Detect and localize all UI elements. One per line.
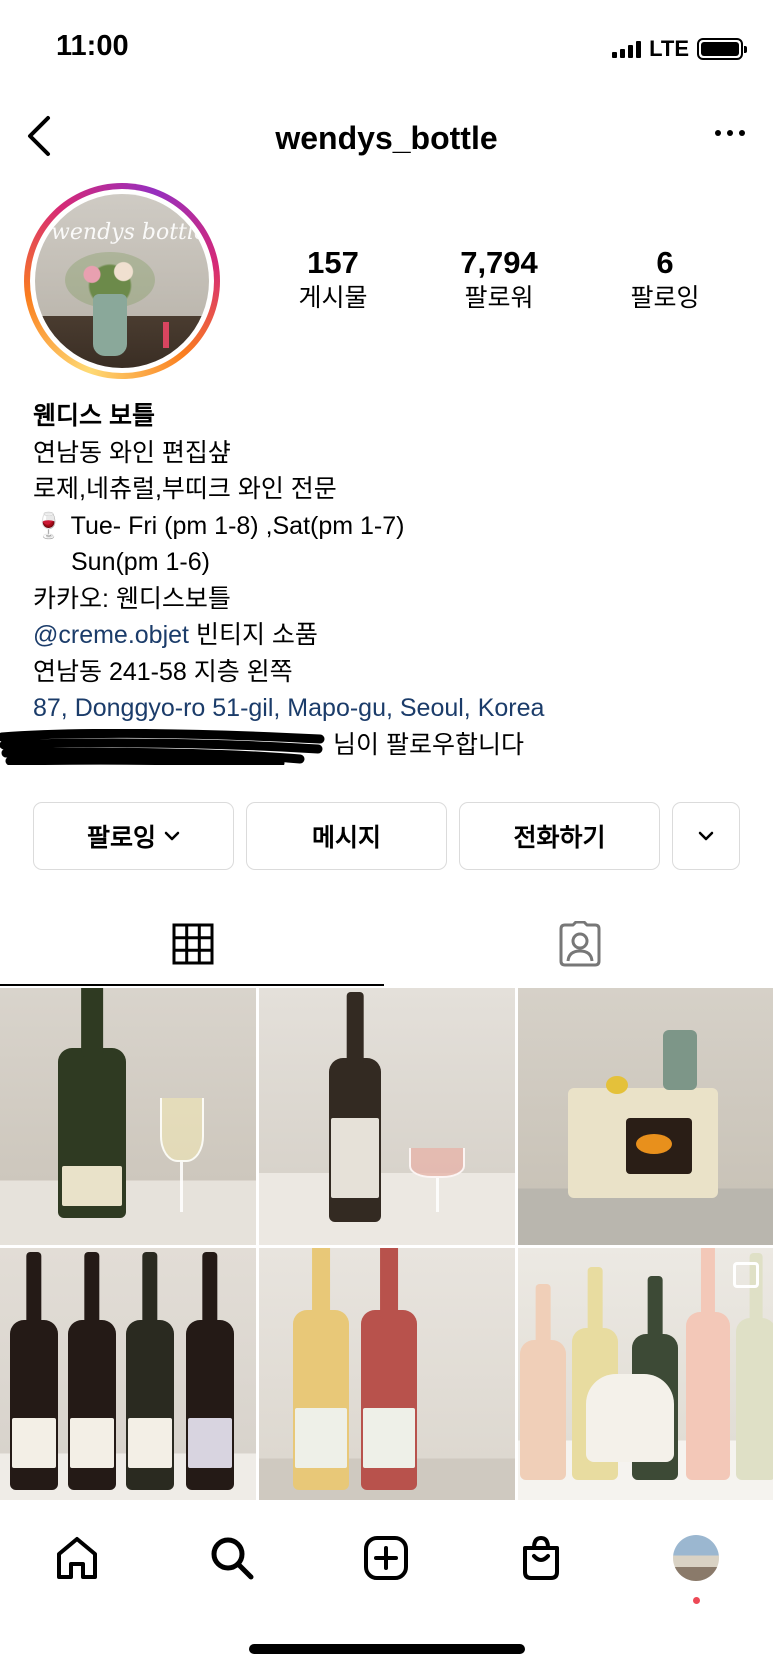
home-icon <box>57 1537 98 1579</box>
address-link[interactable]: 87, Donggyo-ro 51-gil, Mapo-gu, Seoul, K… <box>33 690 753 727</box>
profile-actions: 팔로잉 메시지 전화하기 <box>33 802 740 870</box>
stat-value: 6 <box>656 245 674 280</box>
call-label: 전화하기 <box>513 824 606 852</box>
stat-label: 팔로워 <box>464 284 534 312</box>
stat-label: 팔로잉 <box>630 284 700 312</box>
profile-bio: 웬디스 보틀 연남동 와인 편집샾 로제,네츄럴,부띠크 와인 전문 🍷 Tue… <box>0 398 753 765</box>
post-thumbnail[interactable] <box>259 1248 515 1505</box>
stat-followers[interactable]: 7,794 팔로워 <box>416 245 582 315</box>
status-icons: LTE <box>612 36 747 62</box>
message-label: 메시지 <box>311 824 381 852</box>
post-thumbnail[interactable] <box>518 1248 773 1505</box>
nav-home[interactable] <box>47 1528 107 1588</box>
profile-stats: 157 게시물 7,794 팔로워 6 팔로잉 <box>250 245 750 315</box>
nav-profile[interactable] <box>666 1528 726 1604</box>
status-bar: 11:00 LTE <box>0 0 773 90</box>
message-button[interactable]: 메시지 <box>246 802 447 870</box>
post-thumbnail[interactable] <box>259 988 515 1245</box>
suggested-accounts-button[interactable] <box>672 802 740 870</box>
more-options-button[interactable] <box>715 130 745 136</box>
stat-posts[interactable]: 157 게시물 <box>250 245 416 315</box>
profile-avatar[interactable]: wendys bottle <box>24 183 220 379</box>
avatar-image: wendys bottle <box>35 194 209 368</box>
network-label: LTE <box>649 36 689 61</box>
call-button[interactable]: 전화하기 <box>459 802 660 870</box>
nav-create[interactable] <box>356 1528 416 1588</box>
mention-suffix: 빈티지 소품 <box>189 621 318 649</box>
followed-by[interactable]: 님이 팔로우합니다 <box>0 727 753 765</box>
stat-following[interactable]: 6 팔로잉 <box>582 245 748 315</box>
active-tab-indicator <box>0 984 384 986</box>
bio-address: 연남동 241-58 지층 왼쪽 <box>33 657 293 686</box>
chevron-down-icon <box>698 831 714 841</box>
post-thumbnail[interactable] <box>518 988 773 1245</box>
notification-dot <box>692 1597 700 1604</box>
carousel-icon <box>733 1262 759 1288</box>
bio-hours: 🍷 Tue- Fri (pm 1-8) ,Sat(pm 1-7) <box>33 508 753 545</box>
following-label: 팔로잉 <box>86 824 156 852</box>
tab-tagged[interactable] <box>387 900 773 988</box>
avatar-brand-text: wendys bottle <box>51 220 207 245</box>
tab-posts-grid[interactable] <box>0 900 387 988</box>
bio-kakao: 카카오: 웬디스보틀 <box>33 584 231 613</box>
more-icon <box>715 130 721 136</box>
battery-icon <box>697 38 747 60</box>
bio-mention-line: @creme.objet 빈티지 소품 <box>33 617 753 654</box>
status-time: 11:00 <box>56 30 129 62</box>
post-thumbnail[interactable] <box>0 1248 256 1505</box>
profile-display-name: 웬디스 보틀 <box>33 402 155 430</box>
chevron-down-icon <box>164 831 180 841</box>
profile-avatar-icon <box>672 1535 719 1581</box>
stat-label: 게시물 <box>298 284 368 312</box>
bio-line: 연남동 와인 편집샾 <box>33 438 231 467</box>
profile-header: wendys_bottle <box>0 100 773 176</box>
add-post-icon <box>364 1536 409 1580</box>
mention-link[interactable]: @creme.objet <box>33 621 189 649</box>
bio-line: 로제,네츄럴,부띠크 와인 전문 <box>33 475 337 503</box>
shopping-bag-icon <box>523 1535 560 1580</box>
nav-search[interactable] <box>202 1528 262 1588</box>
wine-glass-icon: 🍷 <box>33 511 65 540</box>
bio-hours-text: Tue- Fri (pm 1-8) ,Sat(pm 1-7) <box>70 511 405 540</box>
stat-value: 157 <box>307 245 359 280</box>
redaction-scribble <box>0 728 325 765</box>
post-thumbnail[interactable] <box>0 988 256 1245</box>
bio-hours-sunday: Sun(pm 1-6) <box>71 548 210 576</box>
profile-username: wendys_bottle <box>275 120 498 156</box>
nav-shop[interactable] <box>511 1528 571 1588</box>
grid-icon <box>172 923 214 965</box>
stat-value: 7,794 <box>460 245 538 280</box>
following-button[interactable]: 팔로잉 <box>33 802 234 870</box>
bottom-navigation <box>0 1500 773 1616</box>
home-indicator <box>249 1644 525 1654</box>
tagged-person-icon <box>559 921 601 967</box>
signal-icon <box>612 40 642 58</box>
search-icon <box>211 1537 254 1580</box>
profile-tabs <box>0 900 773 988</box>
post-grid <box>0 988 773 1505</box>
